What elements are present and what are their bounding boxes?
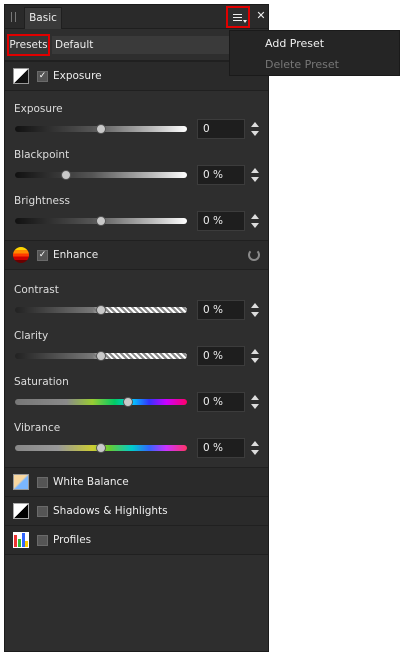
- chevron-up-icon[interactable]: [251, 349, 259, 354]
- chevron-down-icon[interactable]: [251, 404, 259, 409]
- chevron-up-icon[interactable]: [251, 303, 259, 308]
- chevron-down-icon[interactable]: [251, 223, 259, 228]
- section-label: Shadows & Highlights: [53, 505, 168, 517]
- menu-item-add-preset[interactable]: Add Preset: [265, 37, 324, 51]
- saturation-slider[interactable]: [15, 399, 187, 405]
- clarity-value-field[interactable]: 0 %: [197, 346, 245, 366]
- exposure-value-field[interactable]: 0: [197, 119, 245, 139]
- panel-titlebar: Basic ✕: [5, 5, 268, 29]
- chevron-down-icon: [243, 20, 247, 23]
- panel-menu-dropdown: Add Preset Delete Preset: [229, 30, 400, 76]
- section-label: Exposure: [53, 70, 102, 82]
- profiles-icon-bar: [25, 541, 28, 547]
- menu-item-delete-preset: Delete Preset: [265, 58, 339, 71]
- chevron-down-icon[interactable]: [251, 450, 259, 455]
- blackpoint-slider[interactable]: [15, 172, 187, 178]
- section-label: Enhance: [53, 249, 99, 261]
- brightness-value-field[interactable]: 0 %: [197, 211, 245, 231]
- white-balance-checkbox[interactable]: [37, 477, 48, 488]
- basic-panel: Basic ✕ Presets Default ✓ Exposure Expos…: [4, 4, 269, 652]
- exposure-stepper[interactable]: [250, 119, 260, 139]
- slider-label: Blackpoint: [14, 149, 70, 161]
- exposure-checkbox[interactable]: ✓: [37, 71, 48, 82]
- vibrance-slider-thumb[interactable]: [96, 443, 106, 453]
- drag-grip-icon[interactable]: [11, 12, 16, 22]
- exposure-slider-thumb[interactable]: [96, 124, 106, 134]
- contrast-value-field[interactable]: 0 %: [197, 300, 245, 320]
- saturation-stepper[interactable]: [250, 392, 260, 412]
- section-label: Profiles: [53, 534, 92, 546]
- enhance-icon: [13, 247, 29, 263]
- slider-label: Brightness: [14, 195, 70, 207]
- brightness-stepper[interactable]: [250, 211, 260, 231]
- clarity-stepper[interactable]: [250, 346, 260, 366]
- enhance-checkbox[interactable]: ✓: [37, 250, 48, 261]
- section-header-white-balance[interactable]: White Balance: [5, 467, 268, 497]
- contrast-stepper[interactable]: [250, 300, 260, 320]
- vibrance-stepper[interactable]: [250, 438, 260, 458]
- vibrance-value-field[interactable]: 0 %: [197, 438, 245, 458]
- shadows-highlights-checkbox[interactable]: [37, 506, 48, 517]
- chevron-up-icon[interactable]: [251, 395, 259, 400]
- close-icon[interactable]: ✕: [255, 8, 267, 24]
- shadows-highlights-icon: [13, 503, 29, 519]
- chevron-down-icon[interactable]: [251, 177, 259, 182]
- blackpoint-value-field[interactable]: 0 %: [197, 165, 245, 185]
- slider-label: Clarity: [14, 330, 49, 342]
- profiles-icon-bar: [14, 535, 17, 547]
- section-label: White Balance: [53, 476, 129, 488]
- blackpoint-slider-thumb[interactable]: [61, 170, 71, 180]
- tab-basic[interactable]: Basic: [24, 7, 62, 29]
- section-header-shadows-highlights[interactable]: Shadows & Highlights: [5, 496, 268, 526]
- section-header-enhance[interactable]: ✓ Enhance: [5, 240, 268, 270]
- exposure-icon: [13, 68, 29, 84]
- profiles-icon: [13, 532, 29, 548]
- section-header-profiles[interactable]: Profiles: [5, 525, 268, 555]
- profiles-checkbox[interactable]: [37, 535, 48, 546]
- slider-label: Saturation: [14, 376, 69, 388]
- slider-label: Vibrance: [14, 422, 61, 434]
- profiles-icon-bar: [18, 539, 21, 547]
- clarity-slider-thumb[interactable]: [96, 351, 106, 361]
- chevron-up-icon[interactable]: [251, 214, 259, 219]
- contrast-slider-thumb[interactable]: [96, 305, 106, 315]
- reset-icon[interactable]: [248, 249, 260, 261]
- saturation-value-field[interactable]: 0 %: [197, 392, 245, 412]
- blackpoint-stepper[interactable]: [250, 165, 260, 185]
- presets-button[interactable]: Presets: [7, 34, 50, 56]
- saturation-slider-thumb[interactable]: [123, 397, 133, 407]
- brightness-slider-thumb[interactable]: [96, 216, 106, 226]
- panel-menu-button[interactable]: [226, 6, 250, 28]
- chevron-up-icon[interactable]: [251, 441, 259, 446]
- preset-select[interactable]: Default: [52, 36, 242, 54]
- chevron-down-icon[interactable]: [251, 312, 259, 317]
- hamburger-icon: [233, 14, 242, 21]
- slider-label: Contrast: [14, 284, 59, 296]
- chevron-up-icon[interactable]: [251, 168, 259, 173]
- white-balance-icon: [13, 474, 29, 490]
- slider-label: Exposure: [14, 103, 63, 115]
- chevron-up-icon[interactable]: [251, 122, 259, 127]
- chevron-down-icon[interactable]: [251, 131, 259, 136]
- chevron-down-icon[interactable]: [251, 358, 259, 363]
